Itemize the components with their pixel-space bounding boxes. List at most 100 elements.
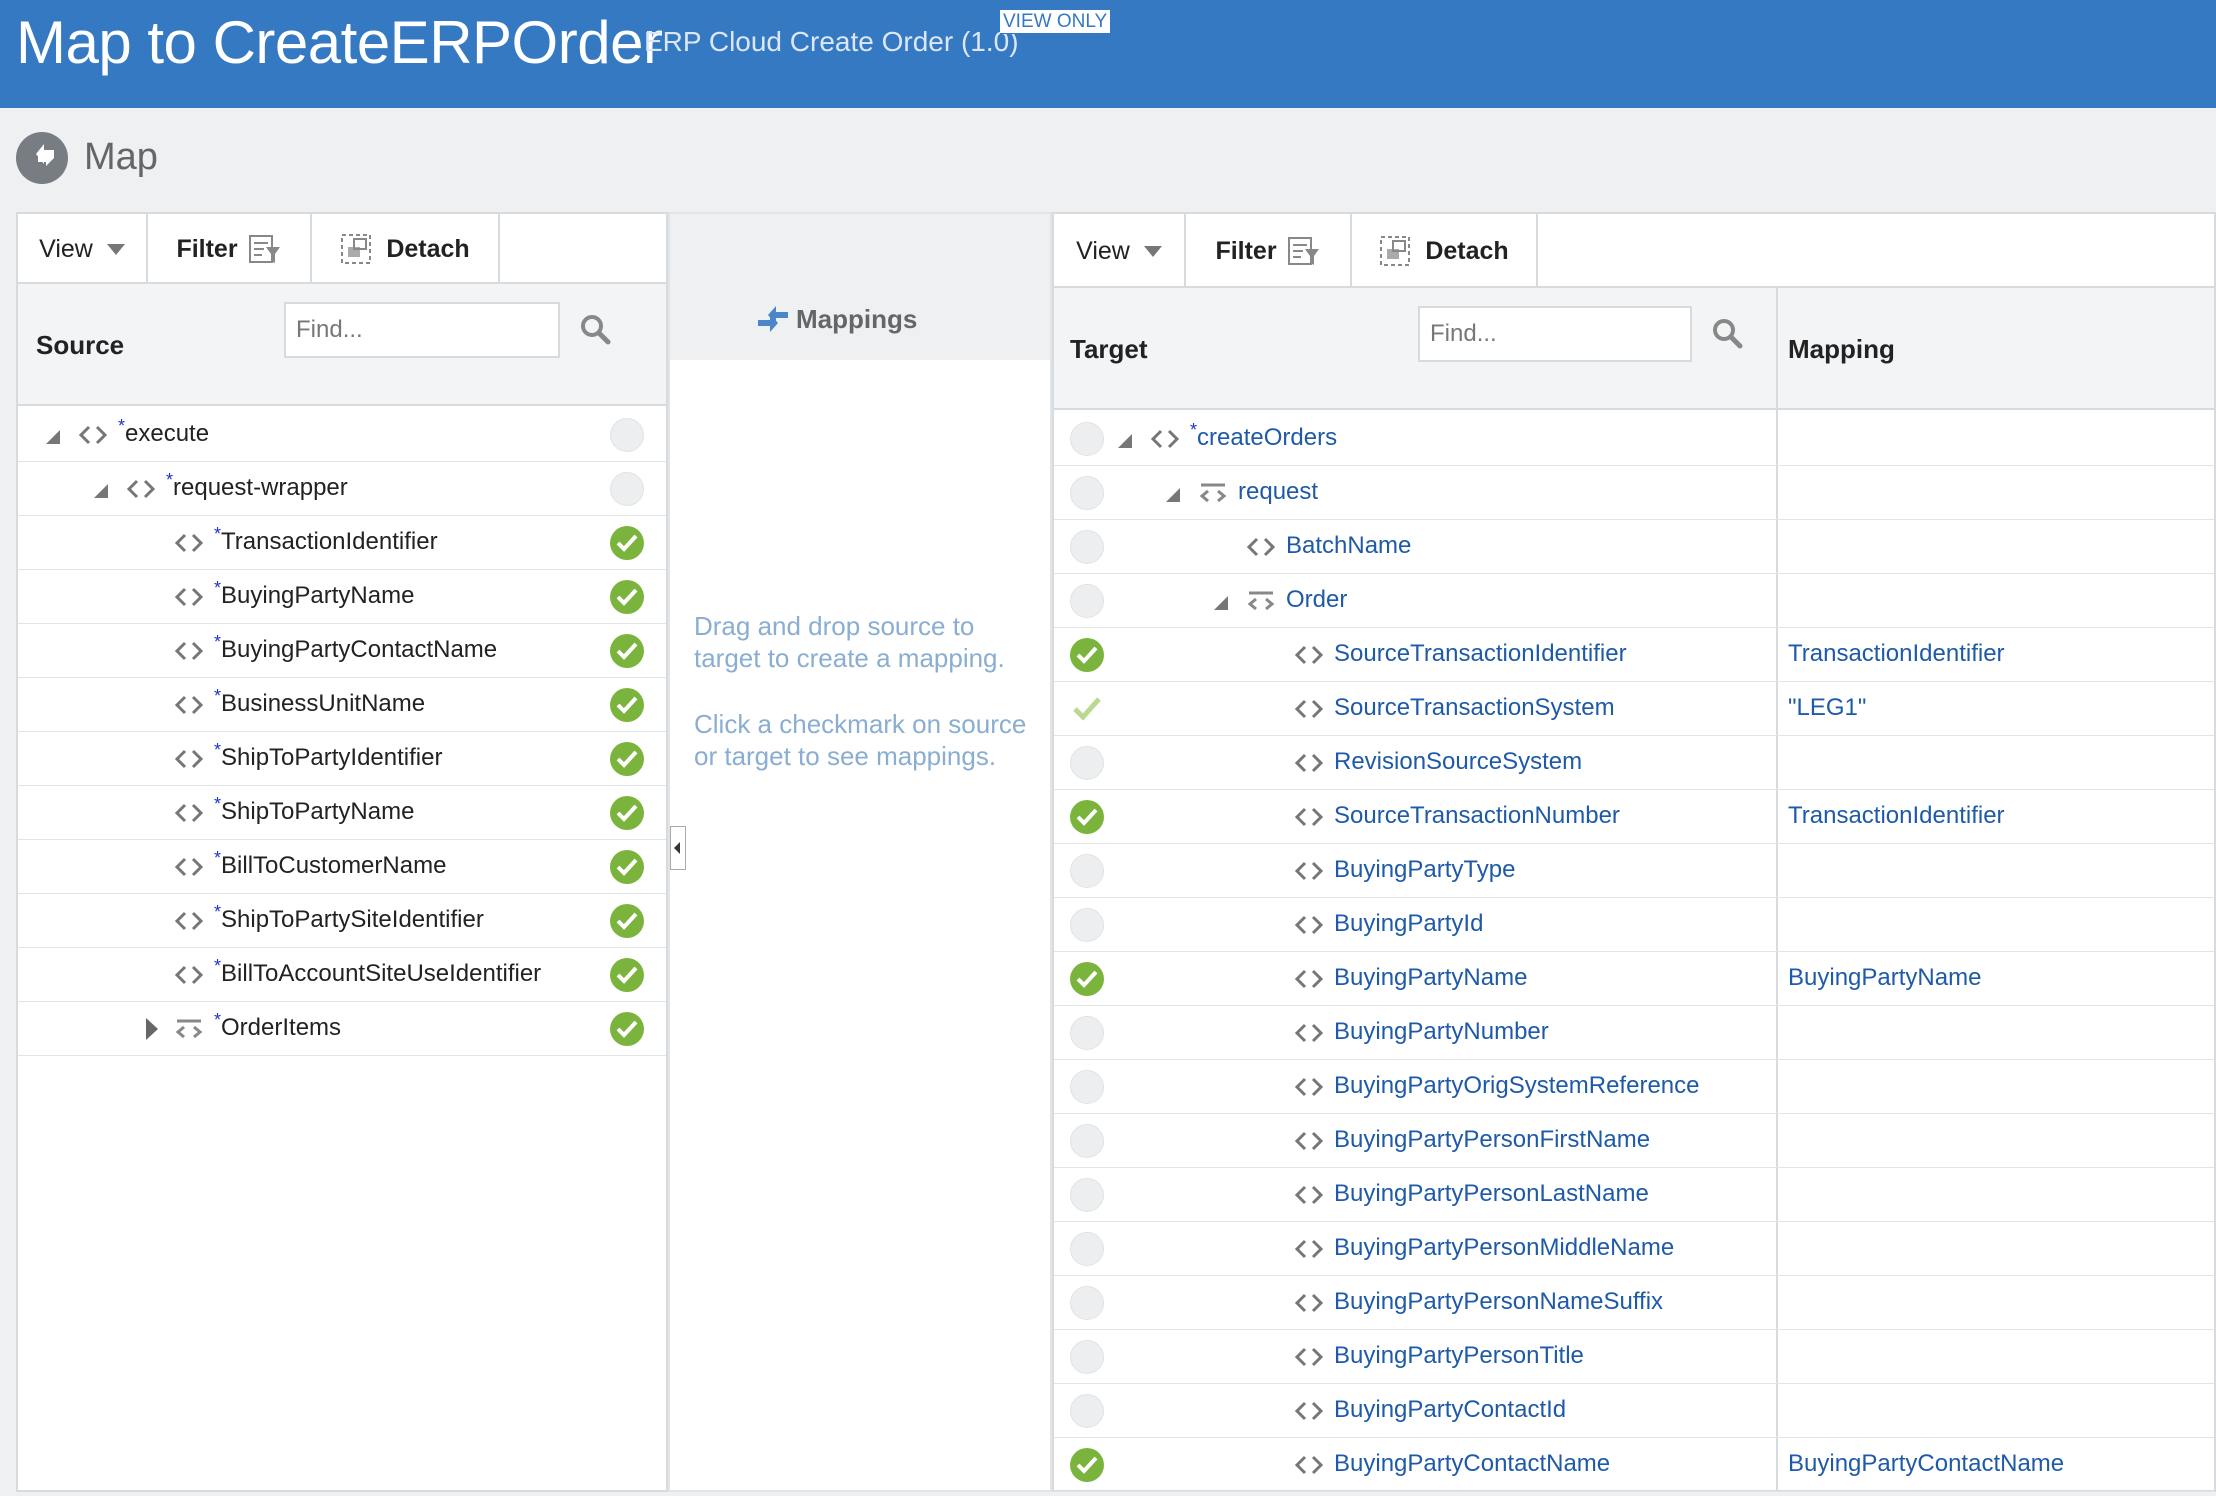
tree-row[interactable]: *createOrders bbox=[1054, 412, 2214, 466]
source-find-input[interactable] bbox=[284, 302, 560, 358]
tree-row[interactable]: *BillToAccountSiteUseIdentifier bbox=[18, 948, 666, 1002]
tree-row[interactable]: *ShipToPartyIdentifier bbox=[18, 732, 666, 786]
status-indicator[interactable] bbox=[1070, 1232, 1104, 1266]
element-tag-icon bbox=[1294, 1077, 1324, 1097]
tree-row[interactable]: BuyingPartyNumber bbox=[1054, 1006, 2214, 1060]
expanded-triangle-icon[interactable] bbox=[1166, 488, 1180, 502]
search-icon[interactable] bbox=[578, 312, 614, 348]
expanded-triangle-icon[interactable] bbox=[94, 484, 108, 498]
mapped-check-icon[interactable] bbox=[610, 850, 644, 884]
target-filter-button[interactable]: Filter bbox=[1186, 214, 1352, 288]
status-indicator[interactable] bbox=[1070, 908, 1104, 942]
filter-icon bbox=[248, 235, 280, 263]
mapped-check-icon[interactable] bbox=[610, 904, 644, 938]
tree-row[interactable]: BuyingPartyPersonNameSuffix bbox=[1054, 1276, 2214, 1330]
element-tag-icon bbox=[126, 479, 156, 499]
status-indicator[interactable] bbox=[1070, 746, 1104, 780]
collapse-panel-handle[interactable] bbox=[670, 826, 686, 870]
expanded-triangle-icon[interactable] bbox=[1214, 596, 1228, 610]
tree-row[interactable]: request bbox=[1054, 466, 2214, 520]
mapping-value[interactable]: TransactionIdentifier bbox=[1788, 802, 2005, 830]
tree-row[interactable]: *TransactionIdentifier bbox=[18, 516, 666, 570]
status-indicator[interactable] bbox=[1070, 854, 1104, 888]
status-indicator[interactable] bbox=[610, 472, 644, 506]
status-indicator[interactable] bbox=[1070, 1178, 1104, 1212]
status-indicator[interactable] bbox=[1070, 1286, 1104, 1320]
mapped-check-icon[interactable] bbox=[1070, 1448, 1104, 1482]
mapped-check-icon[interactable] bbox=[610, 1012, 644, 1046]
mapping-value[interactable]: "LEG1" bbox=[1788, 694, 1866, 722]
tree-row[interactable]: BuyingPartyContactId bbox=[1054, 1384, 2214, 1438]
status-indicator[interactable] bbox=[1070, 584, 1104, 618]
status-indicator[interactable] bbox=[1070, 1070, 1104, 1104]
expanded-triangle-icon[interactable] bbox=[46, 430, 60, 444]
tree-row[interactable]: BuyingPartyPersonTitle bbox=[1054, 1330, 2214, 1384]
target-view-menu[interactable]: View bbox=[1054, 214, 1186, 288]
filter-label: Filter bbox=[1215, 236, 1277, 265]
mapped-check-icon[interactable] bbox=[1070, 962, 1104, 996]
mappings-panel: Mappings Drag and drop source to target … bbox=[668, 212, 1052, 1492]
status-indicator[interactable] bbox=[1070, 476, 1104, 510]
mapped-check-icon[interactable] bbox=[1070, 638, 1104, 672]
target-detach-button[interactable]: Detach bbox=[1352, 214, 1538, 288]
status-indicator[interactable] bbox=[610, 418, 644, 452]
tree-row[interactable]: BuyingPartyContactName BuyingPartyContac… bbox=[1054, 1438, 2214, 1492]
chevron-down-icon bbox=[1143, 245, 1162, 257]
tree-row[interactable]: RevisionSourceSystem bbox=[1054, 736, 2214, 790]
mapping-value[interactable]: BuyingPartyName bbox=[1788, 964, 1981, 992]
tree-row[interactable]: *BillToCustomerName bbox=[18, 840, 666, 894]
status-indicator[interactable] bbox=[1070, 1124, 1104, 1158]
tree-row[interactable]: BuyingPartyName BuyingPartyName bbox=[1054, 952, 2214, 1006]
tree-row[interactable]: *BuyingPartyContactName bbox=[18, 624, 666, 678]
tree-node-label: BuyingPartyPersonNameSuffix bbox=[1334, 1288, 1664, 1315]
mappings-title: Mappings bbox=[796, 304, 918, 334]
tree-row[interactable]: BatchName bbox=[1054, 520, 2214, 574]
chevron-down-icon bbox=[106, 243, 125, 255]
status-indicator[interactable] bbox=[1070, 530, 1104, 564]
collapsed-triangle-icon[interactable] bbox=[146, 1018, 158, 1040]
search-icon[interactable] bbox=[1710, 316, 1746, 352]
mapped-check-icon[interactable] bbox=[610, 742, 644, 776]
tree-row[interactable]: BuyingPartyOrigSystemReference bbox=[1054, 1060, 2214, 1114]
tree-row[interactable]: *execute bbox=[18, 408, 666, 462]
mapping-value[interactable]: BuyingPartyContactName bbox=[1788, 1450, 2064, 1478]
tree-row[interactable]: BuyingPartyPersonLastName bbox=[1054, 1168, 2214, 1222]
tree-row[interactable]: *request-wrapper bbox=[18, 462, 666, 516]
tree-row[interactable]: Order bbox=[1054, 574, 2214, 628]
status-indicator[interactable] bbox=[1070, 1340, 1104, 1374]
tree-row[interactable]: *BuyingPartyName bbox=[18, 570, 666, 624]
target-find-input[interactable] bbox=[1418, 306, 1692, 362]
mapped-check-icon[interactable] bbox=[610, 958, 644, 992]
tree-node-label: RevisionSourceSystem bbox=[1334, 748, 1583, 775]
mappings-header: Mappings bbox=[670, 214, 1050, 360]
expanded-triangle-icon[interactable] bbox=[1118, 434, 1132, 448]
tree-row[interactable]: SourceTransactionIdentifier TransactionI… bbox=[1054, 628, 2214, 682]
mapped-check-icon[interactable] bbox=[1070, 800, 1104, 834]
mapped-check-icon[interactable] bbox=[610, 526, 644, 560]
tree-row[interactable]: BuyingPartyId bbox=[1054, 898, 2214, 952]
tree-row[interactable]: *BusinessUnitName bbox=[18, 678, 666, 732]
tree-row[interactable]: *ShipToPartySiteIdentifier bbox=[18, 894, 666, 948]
status-indicator[interactable] bbox=[1070, 422, 1104, 456]
tree-row[interactable]: *ShipToPartyName bbox=[18, 786, 666, 840]
tree-row[interactable]: BuyingPartyPersonFirstName bbox=[1054, 1114, 2214, 1168]
source-panel: View Filter Detach Source *execute *requ… bbox=[16, 212, 668, 1492]
mapped-check-icon[interactable] bbox=[610, 688, 644, 722]
tree-row[interactable]: BuyingPartyPersonMiddleName bbox=[1054, 1222, 2214, 1276]
tree-row[interactable]: SourceTransactionNumber TransactionIdent… bbox=[1054, 790, 2214, 844]
mapped-check-icon[interactable] bbox=[610, 796, 644, 830]
status-indicator[interactable] bbox=[1070, 1016, 1104, 1050]
source-detach-button[interactable]: Detach bbox=[312, 214, 500, 284]
mapping-value[interactable]: TransactionIdentifier bbox=[1788, 640, 2005, 668]
tree-node-label: BuyingPartyPersonFirstName bbox=[1334, 1126, 1651, 1153]
source-filter-button[interactable]: Filter bbox=[148, 214, 312, 284]
literal-check-icon[interactable] bbox=[1070, 692, 1104, 726]
tree-row[interactable]: SourceTransactionSystem "LEG1" bbox=[1054, 682, 2214, 736]
mapped-check-icon[interactable] bbox=[610, 580, 644, 614]
tree-node-label: *TransactionIdentifier bbox=[214, 524, 438, 555]
source-view-menu[interactable]: View bbox=[18, 214, 148, 284]
status-indicator[interactable] bbox=[1070, 1394, 1104, 1428]
tree-row[interactable]: *OrderItems bbox=[18, 1002, 666, 1056]
tree-row[interactable]: BuyingPartyType bbox=[1054, 844, 2214, 898]
mapped-check-icon[interactable] bbox=[610, 634, 644, 668]
